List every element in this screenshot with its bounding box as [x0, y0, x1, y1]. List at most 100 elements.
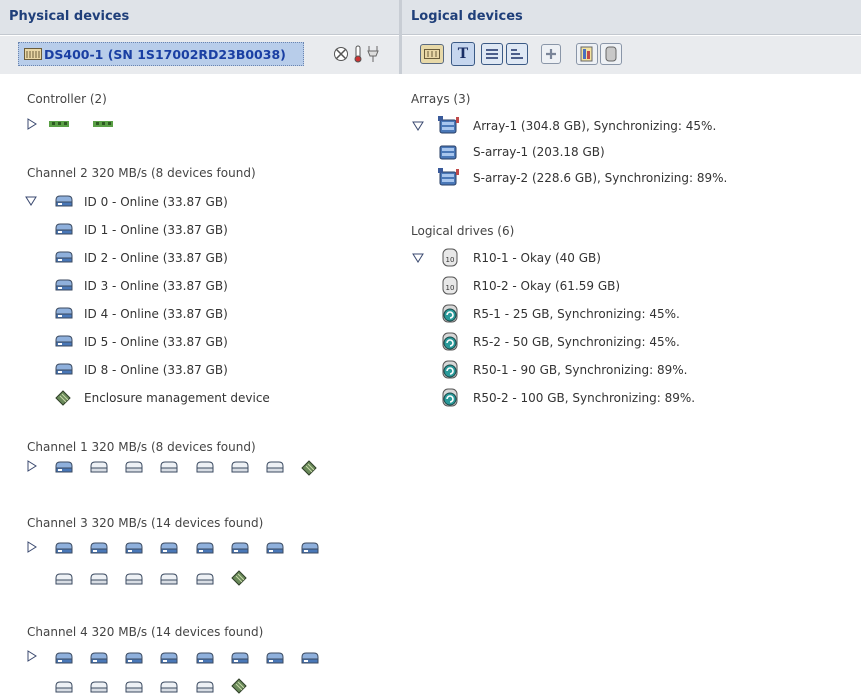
channel3-section-title: Channel 3 320 MB/s (14 devices found)	[27, 516, 264, 530]
delete-button[interactable]	[600, 43, 622, 65]
collapse-arrow-icon[interactable]	[412, 121, 424, 131]
hard-disk-icon[interactable]	[55, 572, 73, 586]
expand-arrow-icon[interactable]	[27, 650, 37, 662]
logical-drive-item[interactable]: R10-1 - Okay (40 GB)	[473, 248, 601, 268]
hard-disk-icon[interactable]	[55, 680, 73, 694]
hard-disk-icon[interactable]	[301, 541, 319, 555]
hard-disk-icon[interactable]	[160, 541, 178, 555]
synchronizing-drive-icon[interactable]	[440, 360, 460, 380]
disk-item[interactable]: ID 8 - Online (33.87 GB)	[84, 360, 228, 380]
controller-card-icon[interactable]	[49, 120, 69, 128]
hard-disk-icon[interactable]	[231, 460, 249, 474]
hard-disk-icon[interactable]	[231, 651, 249, 665]
synchronizing-drive-icon[interactable]	[440, 304, 460, 324]
hard-disk-icon[interactable]	[55, 541, 73, 555]
hard-disk-icon[interactable]	[55, 460, 73, 474]
disk-item[interactable]: ID 0 - Online (33.87 GB)	[84, 192, 228, 212]
hard-disk-icon[interactable]	[125, 460, 143, 474]
hard-disk-icon[interactable]	[160, 572, 178, 586]
synchronizing-drive-icon[interactable]	[440, 332, 460, 352]
hard-disk-icon[interactable]	[55, 334, 73, 348]
controller-section-title: Controller (2)	[27, 92, 107, 106]
hard-disk-icon[interactable]	[125, 572, 143, 586]
hard-disk-icon[interactable]	[90, 460, 108, 474]
hard-disk-icon[interactable]	[55, 250, 73, 264]
logical-drive-item[interactable]: R50-2 - 100 GB, Synchronizing: 89%.	[473, 388, 695, 408]
hard-disk-icon[interactable]	[55, 194, 73, 208]
logical-devices-header: Logical devices	[402, 0, 861, 35]
hard-disk-icon[interactable]	[266, 651, 284, 665]
logical-drive-item[interactable]: R10-2 - Okay (61.59 GB)	[473, 276, 620, 296]
disk-item[interactable]: ID 3 - Online (33.87 GB)	[84, 276, 228, 296]
hard-disk-icon[interactable]	[160, 460, 178, 474]
logical-drive-item[interactable]: R50-1 - 90 GB, Synchronizing: 89%.	[473, 360, 687, 380]
logical-drive-item[interactable]: R5-1 - 25 GB, Synchronizing: 45%.	[473, 304, 680, 324]
enclosure-management-icon[interactable]	[231, 570, 247, 586]
hard-disk-icon[interactable]	[160, 680, 178, 694]
hard-disk-icon[interactable]	[90, 680, 108, 694]
create-array-button[interactable]	[420, 44, 444, 64]
hard-disk-icon[interactable]	[125, 651, 143, 665]
raid10-drive-icon[interactable]: 10	[440, 248, 460, 268]
configure-button[interactable]	[576, 43, 598, 65]
hard-disk-icon[interactable]	[301, 651, 319, 665]
disk-item[interactable]: ID 1 - Online (33.87 GB)	[84, 220, 228, 240]
expand-arrow-icon[interactable]	[27, 460, 37, 472]
selected-enclosure-label: DS400-1 (SN 1S17002RD23B0038)	[44, 47, 286, 62]
hard-disk-icon[interactable]	[55, 222, 73, 236]
collapse-arrow-icon[interactable]	[25, 196, 37, 206]
selected-enclosure[interactable]: DS400-1 (SN 1S17002RD23B0038)	[18, 42, 304, 66]
synchronizing-drive-icon[interactable]	[440, 388, 460, 408]
controller-row	[27, 116, 127, 132]
array-item[interactable]: S-array-2 (228.6 GB), Synchronizing: 89%…	[473, 168, 727, 188]
enclosure-management-icon[interactable]	[55, 390, 71, 406]
hard-disk-icon[interactable]	[55, 362, 73, 376]
hard-disk-icon[interactable]	[55, 306, 73, 320]
hard-disk-icon[interactable]	[196, 541, 214, 555]
add-button[interactable]	[541, 44, 561, 64]
power-plug-icon[interactable]	[367, 45, 379, 63]
collapse-arrow-icon[interactable]	[412, 253, 424, 263]
hard-disk-icon[interactable]	[196, 460, 214, 474]
disk-item[interactable]: ID 4 - Online (33.87 GB)	[84, 304, 228, 324]
hard-disk-icon[interactable]	[55, 651, 73, 665]
list-view-button[interactable]	[481, 43, 503, 65]
controller-card-icon[interactable]	[93, 120, 113, 128]
array-icon[interactable]	[438, 168, 460, 188]
hard-disk-icon[interactable]	[160, 651, 178, 665]
array-item[interactable]: Array-1 (304.8 GB), Synchronizing: 45%.	[473, 116, 716, 136]
hard-disk-icon[interactable]	[196, 651, 214, 665]
disk-item[interactable]: ID 5 - Online (33.87 GB)	[84, 332, 228, 352]
hard-disk-icon[interactable]	[90, 541, 108, 555]
hard-disk-icon[interactable]	[231, 541, 249, 555]
enclosure-management-item[interactable]: Enclosure management device	[84, 388, 270, 408]
logical-toolbar-buttons: T	[420, 42, 670, 66]
hard-disk-icon[interactable]	[266, 541, 284, 555]
channel1-section-title: Channel 1 320 MB/s (8 devices found)	[27, 440, 256, 454]
logical-drives-section-title: Logical drives (6)	[411, 224, 515, 238]
hard-disk-icon[interactable]	[90, 572, 108, 586]
disk-icon	[605, 46, 617, 62]
hard-disk-icon[interactable]	[266, 460, 284, 474]
array-icon[interactable]	[438, 116, 460, 136]
array-icon[interactable]	[438, 142, 460, 162]
expand-arrow-icon[interactable]	[27, 541, 37, 553]
hard-disk-icon[interactable]	[196, 572, 214, 586]
text-view-button[interactable]: T	[451, 42, 475, 66]
fan-icon[interactable]	[333, 46, 349, 62]
enclosure-small-icon	[424, 49, 440, 59]
hard-disk-icon[interactable]	[55, 278, 73, 292]
expand-arrow-icon[interactable]	[27, 118, 37, 130]
hard-disk-icon[interactable]	[90, 651, 108, 665]
enclosure-management-icon[interactable]	[231, 678, 247, 694]
raid10-drive-icon[interactable]: 10	[440, 276, 460, 296]
detail-view-button[interactable]	[506, 43, 528, 65]
hard-disk-icon[interactable]	[125, 680, 143, 694]
disk-item[interactable]: ID 2 - Online (33.87 GB)	[84, 248, 228, 268]
array-item[interactable]: S-array-1 (203.18 GB)	[473, 142, 605, 162]
enclosure-management-icon[interactable]	[301, 460, 317, 476]
hard-disk-icon[interactable]	[125, 541, 143, 555]
temperature-icon[interactable]	[353, 45, 363, 63]
logical-drive-item[interactable]: R5-2 - 50 GB, Synchronizing: 45%.	[473, 332, 680, 352]
hard-disk-icon[interactable]	[196, 680, 214, 694]
